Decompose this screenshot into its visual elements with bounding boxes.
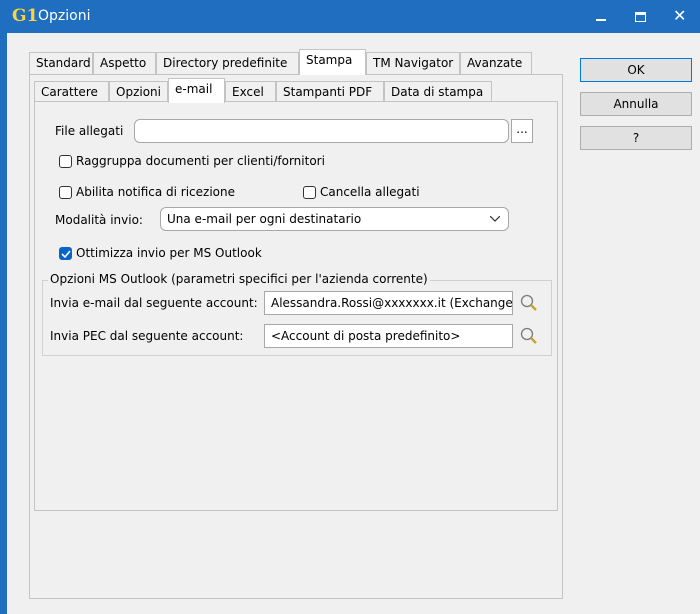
minimize-icon — [596, 19, 606, 21]
outlook-optimize-checkbox[interactable] — [59, 247, 72, 260]
window-title: Opzioni — [38, 8, 91, 24]
tab-label: Aspetto — [100, 56, 147, 70]
ok-button[interactable]: OK — [580, 58, 692, 82]
tab-carattere[interactable]: Carattere — [34, 81, 109, 103]
tab-label: TM Navigator — [373, 56, 454, 70]
tab-opzioni[interactable]: Opzioni — [109, 81, 168, 103]
search-icon[interactable] — [519, 326, 539, 346]
tab-label: Avanzate — [467, 56, 523, 70]
send-mode-value: Una e-mail per ogni destinatario — [167, 212, 362, 226]
tab-e-mail[interactable]: e-mail — [168, 78, 225, 103]
browse-button[interactable]: ... — [511, 119, 533, 143]
pec-field[interactable]: <Account di posta predefinito> — [264, 324, 513, 348]
send-mode-select[interactable]: Una e-mail per ogni destinatario — [160, 207, 509, 231]
chevron-down-icon — [490, 216, 500, 222]
window-border — [0, 33, 7, 614]
attachments-field[interactable] — [134, 119, 509, 143]
maximize-icon — [635, 12, 646, 22]
send-mode-label: Modalità invio: — [55, 213, 143, 227]
receipt-label: Abilita notifica di ricezione — [76, 185, 235, 199]
account-label: Invia e-mail dal seguente account: — [50, 296, 258, 310]
app-logo-icon: G1 — [12, 6, 39, 26]
tab-excel[interactable]: Excel — [225, 81, 276, 103]
attachments-label: File allegati — [55, 124, 124, 138]
cancel-button[interactable]: Annulla — [580, 92, 692, 116]
group-docs-checkbox[interactable] — [59, 155, 72, 168]
pec-label: Invia PEC dal seguente account: — [50, 329, 244, 343]
outlook-optimize-label: Ottimizza invio per MS Outlook — [76, 246, 262, 260]
outlook-group-title: Opzioni MS Outlook (parametri specifici … — [48, 272, 430, 286]
tab-directory-predefinite[interactable]: Directory predefinite — [156, 52, 299, 74]
tab-label: Excel — [232, 85, 264, 99]
receipt-checkbox[interactable] — [59, 186, 72, 199]
checkmark-icon — [61, 250, 71, 259]
delete-attachments-label: Cancella allegati — [320, 185, 420, 199]
tab-standard[interactable]: Standard — [29, 52, 93, 74]
maximize-button[interactable] — [621, 0, 659, 33]
minimize-button[interactable] — [582, 0, 620, 33]
delete-attachments-checkbox[interactable] — [303, 186, 316, 199]
tab-tm-navigator[interactable]: TM Navigator — [366, 52, 460, 74]
tab-label: Data di stampa — [391, 85, 484, 99]
tab-stampanti-pdf[interactable]: Stampanti PDF — [276, 81, 384, 103]
tab-data-di-stampa[interactable]: Data di stampa — [384, 81, 492, 103]
tab-label: Stampa — [306, 53, 353, 67]
tab-avanzate[interactable]: Avanzate — [460, 52, 532, 74]
search-icon[interactable] — [519, 293, 539, 313]
group-docs-label: Raggruppa documenti per clienti/fornitor… — [76, 154, 325, 168]
tab-label: Stampanti PDF — [283, 85, 373, 99]
close-button[interactable]: ✕ — [660, 0, 698, 33]
tab-label: Opzioni — [116, 85, 161, 99]
title-bar: G1 Opzioni ✕ — [0, 0, 700, 33]
tab-label: Carattere — [41, 85, 98, 99]
tab-aspetto[interactable]: Aspetto — [93, 52, 156, 74]
tab-label: Standard — [36, 56, 91, 70]
tab-stampa[interactable]: Stampa — [299, 49, 366, 75]
account-field[interactable]: Alessandra.Rossi@xxxxxxx.it (Exchange — [264, 291, 513, 315]
help-button[interactable]: ? — [580, 126, 692, 150]
close-icon: ✕ — [673, 6, 687, 25]
tab-label: Directory predefinite — [163, 56, 288, 70]
tab-label: e-mail — [175, 82, 213, 96]
